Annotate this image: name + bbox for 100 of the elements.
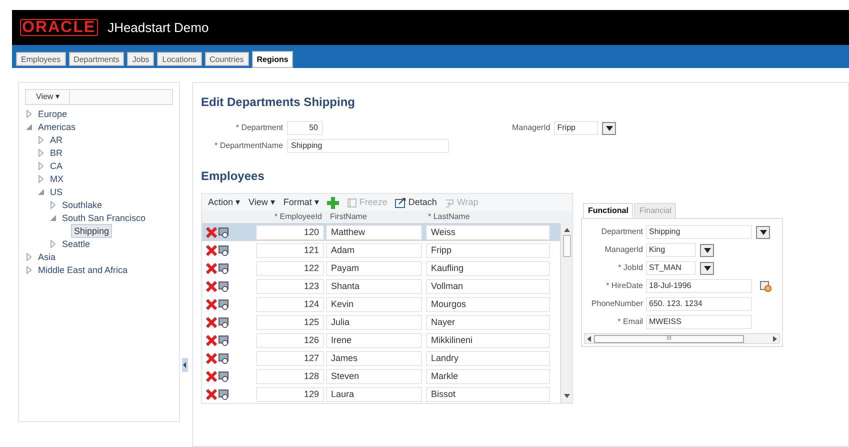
tree-item[interactable]: BR <box>48 146 65 158</box>
table-row[interactable]: 120 Matthew Weiss <box>202 223 560 241</box>
table-cell[interactable]: 124 <box>256 296 324 312</box>
nav-tab[interactable]: Jobs <box>127 52 154 66</box>
table-cell[interactable]: 129 <box>256 386 324 402</box>
table-cell[interactable]: Payam <box>326 260 422 276</box>
edit-icon[interactable] <box>218 370 229 382</box>
menu-button[interactable]: Action ▾ <box>208 196 241 210</box>
tree-item[interactable]: US <box>48 186 65 198</box>
scroll-left-icon[interactable] <box>587 336 592 342</box>
delete-icon[interactable] <box>206 316 217 328</box>
scroll-right-icon[interactable] <box>772 336 777 342</box>
tree-item[interactable]: Americas <box>36 120 78 132</box>
tree-item[interactable]: Shipping <box>71 224 112 238</box>
table-cell[interactable]: 128 <box>256 368 324 384</box>
edit-icon[interactable] <box>218 388 229 400</box>
input-field[interactable]: 650. 123. 1234 <box>646 297 752 311</box>
tree-item[interactable]: AR <box>48 134 65 146</box>
delete-icon[interactable] <box>206 226 217 238</box>
delete-icon[interactable] <box>206 244 217 256</box>
scroll-down-icon[interactable] <box>564 393 570 399</box>
nav-tab[interactable]: Countries <box>204 52 249 66</box>
dropdown-button[interactable] <box>602 122 616 134</box>
table-cell[interactable]: James <box>326 350 422 366</box>
expanded-icon[interactable] <box>25 122 33 130</box>
detail-tab[interactable]: Functional <box>583 203 634 218</box>
table-cell[interactable]: 120 <box>256 224 324 240</box>
department-field[interactable]: 50 <box>287 121 323 135</box>
scroll-up-icon[interactable] <box>564 227 570 233</box>
expanded-icon[interactable] <box>37 188 45 196</box>
edit-icon[interactable] <box>218 298 229 310</box>
input-field[interactable]: King <box>646 243 696 257</box>
table-cell[interactable]: 125 <box>256 314 324 330</box>
table-cell[interactable]: Laura <box>326 386 422 402</box>
table-cell[interactable]: Matthew <box>326 224 422 240</box>
delete-icon[interactable] <box>206 280 217 292</box>
nav-tab[interactable]: Employees <box>16 52 66 66</box>
tree-item[interactable]: South San Francisco <box>60 212 148 224</box>
scrollbar[interactable] <box>560 223 572 403</box>
detach-button[interactable]: Detach <box>395 196 437 210</box>
table-cell[interactable]: 123 <box>256 278 324 294</box>
table-cell[interactable]: 127 <box>256 350 324 366</box>
nav-tab[interactable]: Locations <box>157 52 202 66</box>
edit-icon[interactable] <box>218 280 229 292</box>
delete-icon[interactable] <box>206 352 217 364</box>
delete-icon[interactable] <box>206 298 217 310</box>
scroll-thumb[interactable] <box>562 235 570 257</box>
table-cell[interactable]: Markle <box>426 368 550 384</box>
table-cell[interactable]: Mikkilineni <box>426 332 550 348</box>
table-cell[interactable]: Kevin <box>326 296 422 312</box>
tree-item[interactable]: CA <box>48 160 65 172</box>
delete-icon[interactable] <box>206 370 217 382</box>
table-cell[interactable]: 121 <box>256 242 324 258</box>
nav-tab[interactable]: Departments <box>68 52 124 66</box>
table-cell[interactable]: Kaufling <box>426 260 550 276</box>
table-cell[interactable]: 122 <box>256 260 324 276</box>
table-cell[interactable]: Adam <box>326 242 422 258</box>
column-header[interactable]: * LastName <box>424 211 550 223</box>
collapse-handle-icon[interactable] <box>182 358 188 372</box>
column-header[interactable]: * EmployeeId <box>256 211 326 223</box>
table-cell[interactable]: Fripp <box>426 242 550 258</box>
tree-item[interactable]: Seattle <box>60 238 92 250</box>
nav-tab[interactable]: Regions <box>252 51 294 68</box>
edit-icon[interactable] <box>218 226 229 238</box>
dropdown-button[interactable] <box>756 226 770 238</box>
input-field[interactable]: MWEISS <box>646 315 752 329</box>
tree-item[interactable]: Middle East and Africa <box>36 264 130 276</box>
edit-icon[interactable] <box>218 262 229 274</box>
input-field[interactable]: Shipping <box>646 225 752 239</box>
dropdown-button[interactable] <box>700 244 714 256</box>
table-cell[interactable]: Mourgos <box>426 296 550 312</box>
tree-item[interactable]: Asia <box>36 250 58 262</box>
expanded-icon[interactable] <box>49 214 57 222</box>
table-cell[interactable]: Irene <box>326 332 422 348</box>
tree-item[interactable]: Southlake <box>60 198 104 210</box>
table-cell[interactable]: Julia <box>326 314 422 330</box>
table-cell[interactable]: Landry <box>426 350 550 366</box>
menu-button[interactable]: View ▾ <box>248 196 276 210</box>
table-cell[interactable]: Nayer <box>426 314 550 330</box>
edit-icon[interactable] <box>218 244 229 256</box>
table-cell[interactable]: Bissot <box>426 386 550 402</box>
delete-icon[interactable] <box>206 334 217 346</box>
delete-icon[interactable] <box>206 262 217 274</box>
table-cell[interactable]: Shanta <box>326 278 422 294</box>
tree-item[interactable]: MX <box>48 172 66 184</box>
manager-field[interactable]: Fripp <box>554 121 598 135</box>
calendar-icon[interactable] <box>760 280 772 292</box>
input-field[interactable]: ST_MAN <box>646 261 696 275</box>
edit-icon[interactable] <box>218 352 229 364</box>
table-cell[interactable]: Vollman <box>426 278 550 294</box>
table-cell[interactable]: 126 <box>256 332 324 348</box>
add-icon[interactable] <box>327 196 340 208</box>
tree-item[interactable]: Europe <box>36 108 70 120</box>
delete-icon[interactable] <box>206 388 217 400</box>
edit-icon[interactable] <box>218 334 229 346</box>
department-name-field[interactable]: Shipping <box>287 139 449 153</box>
edit-icon[interactable] <box>218 316 229 328</box>
column-header[interactable]: FirstName <box>326 211 424 223</box>
table-cell[interactable]: Steven <box>326 368 422 384</box>
menu-button[interactable]: Format ▾ <box>283 196 320 210</box>
